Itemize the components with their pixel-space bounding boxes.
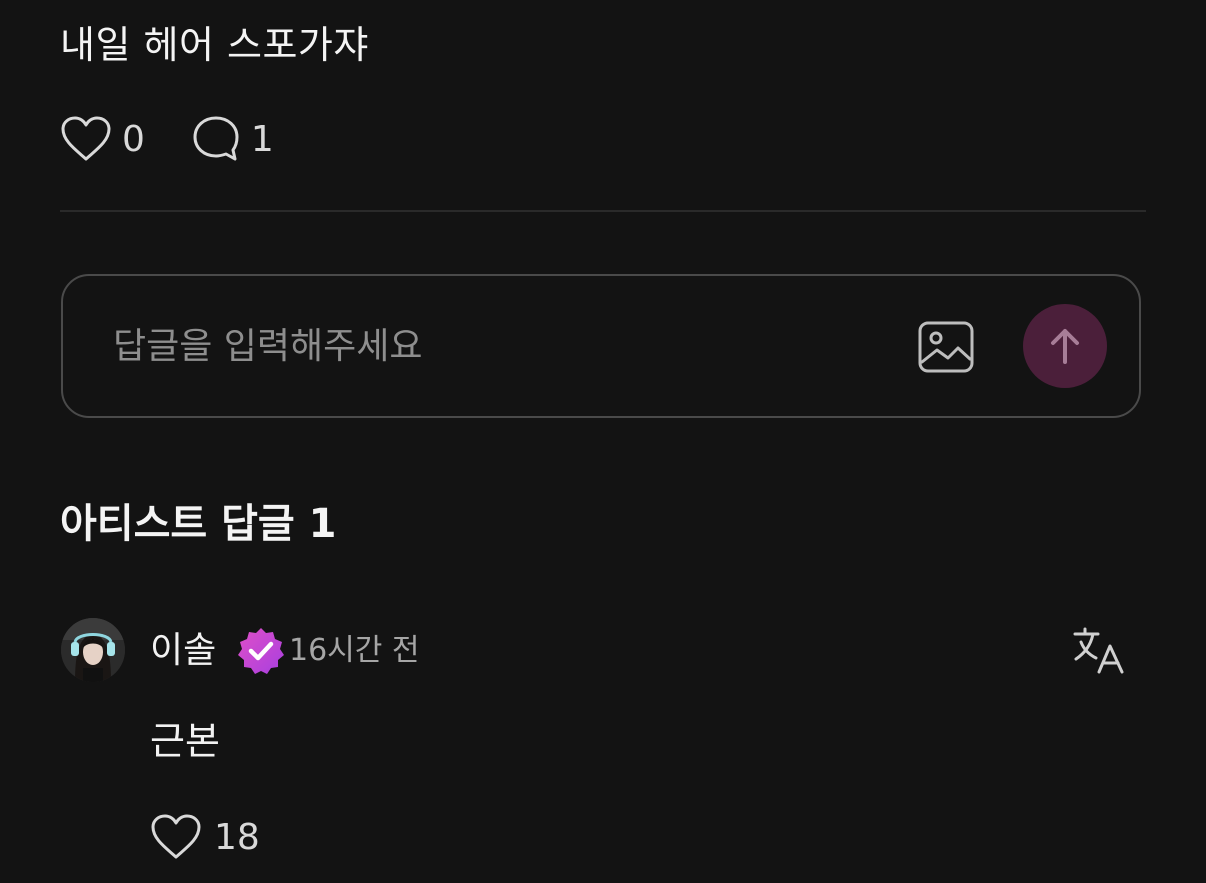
divider (60, 210, 1146, 212)
comment-like-button[interactable]: 18 (150, 810, 260, 864)
image-icon (918, 321, 974, 373)
comment-text: 근본 (150, 719, 220, 763)
send-reply-button[interactable] (1023, 304, 1107, 388)
author-name[interactable]: 이솔 (150, 626, 216, 676)
reply-input[interactable] (113, 314, 873, 378)
attach-image-button[interactable] (917, 320, 975, 374)
post-text: 내일 헤어 스포가쟈 (60, 23, 369, 67)
avatar[interactable] (61, 618, 125, 682)
reply-composer (61, 274, 1141, 418)
translate-icon (1073, 627, 1124, 674)
speech-bubble-icon (193, 116, 239, 161)
comment-timestamp: 16시간 전 (289, 633, 420, 668)
post-like-button[interactable]: 0 (60, 115, 145, 163)
artist-replies-title: 아티스트 답글 1 (60, 501, 337, 547)
post-actions: 0 1 (60, 112, 274, 166)
comment-like-count: 18 (214, 816, 260, 858)
arrow-up-icon (1051, 329, 1079, 364)
heart-icon (61, 116, 111, 161)
post-comment-button[interactable]: 1 (191, 114, 274, 164)
verified-badge-icon (238, 628, 284, 674)
heart-icon (151, 814, 201, 859)
translate-button[interactable] (1072, 626, 1126, 676)
post-comment-count: 1 (250, 118, 274, 160)
avatar-image (61, 618, 125, 682)
post-like-count: 0 (122, 118, 145, 160)
